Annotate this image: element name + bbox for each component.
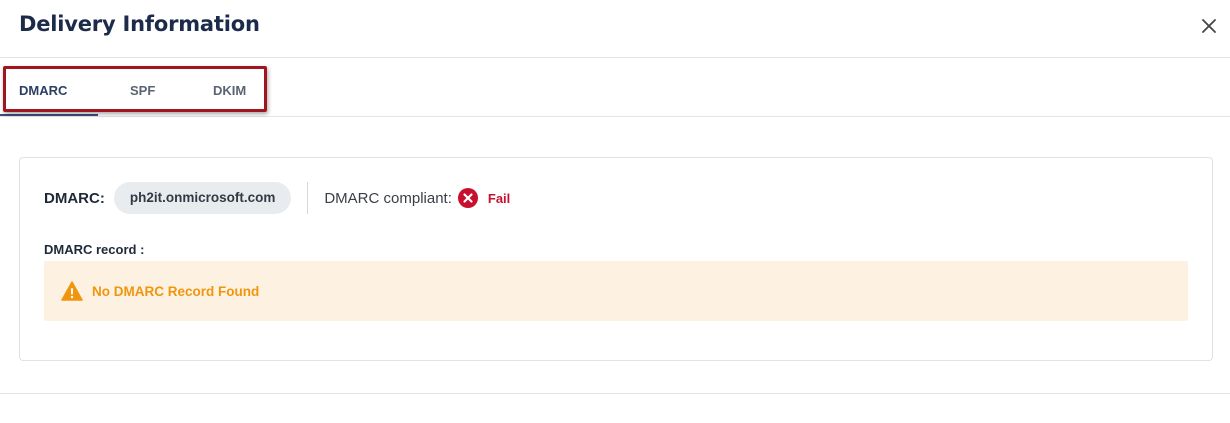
dmarc-record-label: DMARC record :	[44, 242, 145, 257]
tab-bar: DMARC SPF DKIM	[0, 58, 1230, 117]
dmarc-compliant-label: DMARC compliant:	[324, 189, 452, 207]
domain-badge: ph2it.onmicrosoft.com	[113, 182, 292, 214]
delivery-information-dialog: Delivery Information DMARC SPF DKIM DMAR…	[0, 0, 1230, 423]
status-badge: Fail	[487, 190, 511, 206]
tab-spf[interactable]: SPF	[130, 83, 155, 98]
dmarc-panel: DMARC: ph2it.onmicrosoft.com DMARC compl…	[19, 157, 1213, 361]
no-record-alert: No DMARC Record Found	[44, 261, 1188, 321]
x-circle-icon	[457, 188, 478, 208]
dialog-title: Delivery Information	[19, 12, 260, 36]
active-tab-indicator	[0, 114, 98, 116]
tab-dmarc[interactable]: DMARC	[19, 83, 67, 98]
divider	[307, 182, 309, 214]
dialog-header: Delivery Information	[0, 0, 1230, 58]
dmarc-label: DMARC:	[44, 189, 105, 207]
warning-triangle-icon	[61, 281, 83, 301]
dmarc-summary-row: DMARC: ph2it.onmicrosoft.com DMARC compl…	[44, 182, 510, 214]
alert-message: No DMARC Record Found	[92, 283, 260, 299]
close-icon	[1202, 19, 1216, 33]
close-button[interactable]	[1198, 15, 1220, 37]
tab-dkim[interactable]: DKIM	[213, 83, 246, 98]
footer-divider	[0, 393, 1230, 394]
